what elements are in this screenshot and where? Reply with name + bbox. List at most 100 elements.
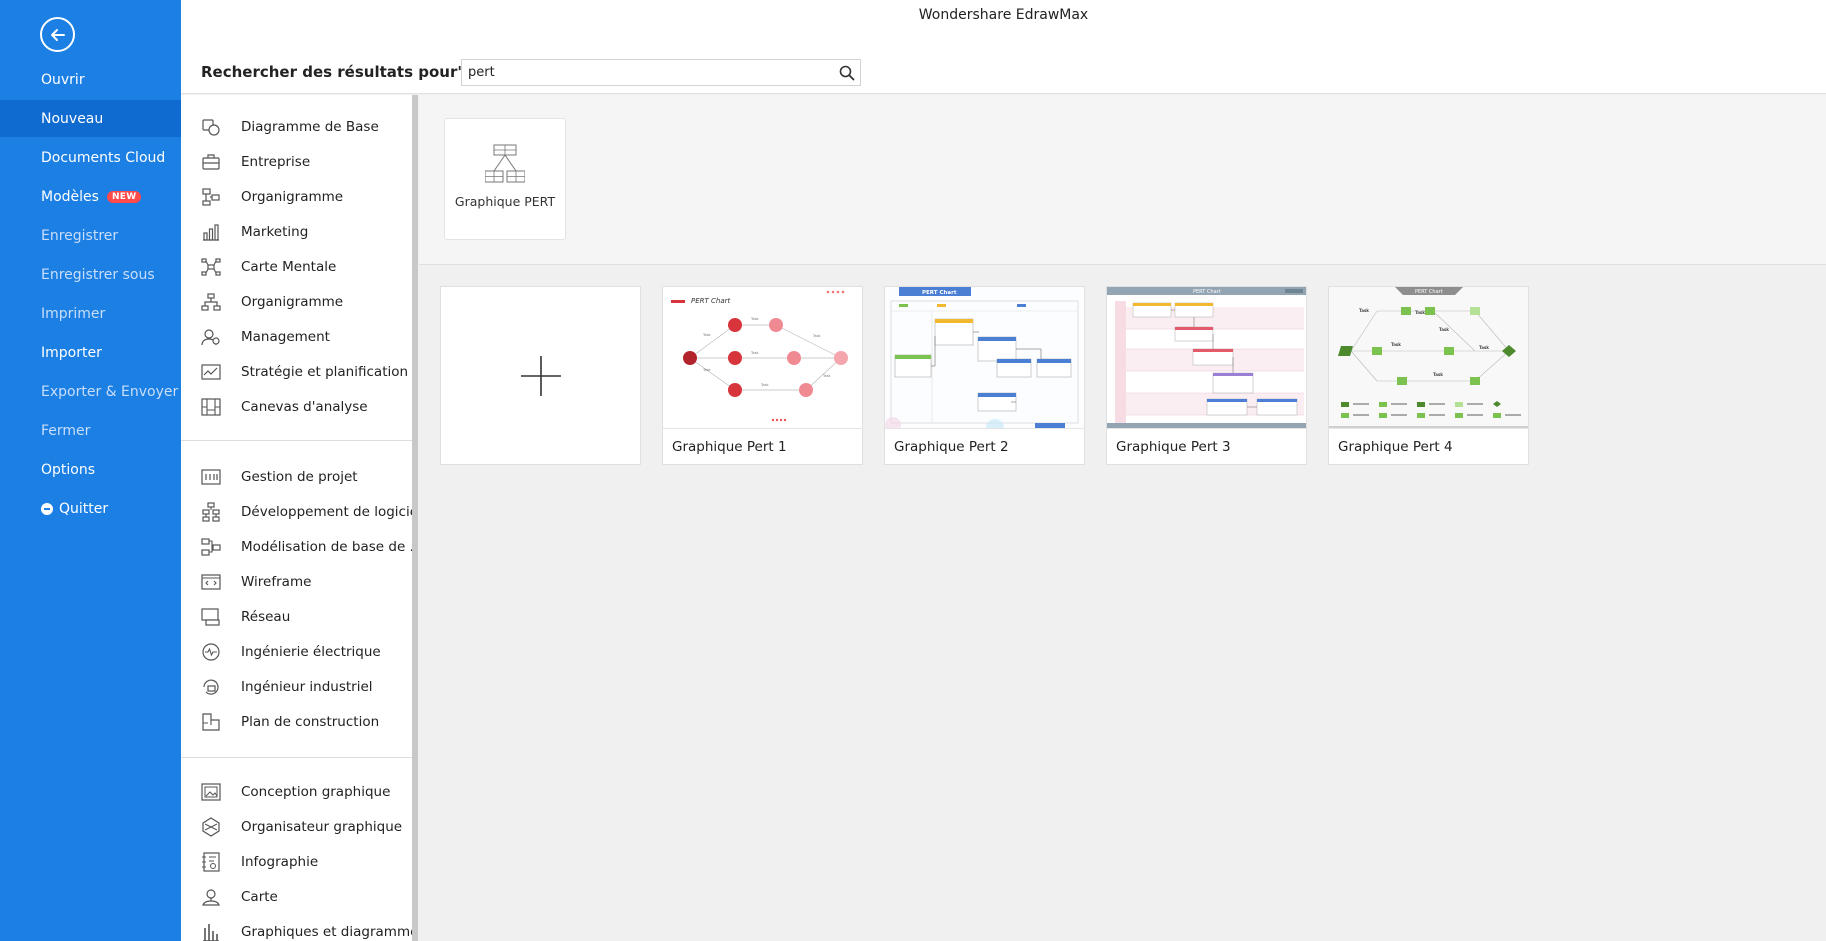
diagram-type-label: Graphique PERT [454,194,556,209]
charts-icon [201,922,221,941]
main-content: Graphique PERT PERT Chart Task Task Task… [419,95,1826,941]
template-card[interactable]: PERT Chart Task Task Task Task Task Task… [662,286,863,465]
category-panel: Diagramme de Base Entreprise Organigramm… [181,95,413,941]
window-title: Wondershare EdrawMax [181,0,1826,32]
sidebar-item-enregistrer[interactable]: Enregistrer [0,217,181,254]
sidebar-item-fermer[interactable]: Fermer [0,412,181,449]
category-organigramme-2[interactable]: Organigramme [181,287,413,317]
sidebar-item-ouvrir[interactable]: Ouvrir [0,61,181,98]
category-label: Management [241,329,330,345]
category-organigramme-1[interactable]: Organigramme [181,182,413,212]
divider [181,757,413,758]
category-label: Diagramme de Base [241,119,379,135]
search-input[interactable] [462,65,834,80]
svg-text:PERT Chart: PERT Chart [691,297,731,305]
category-label: Organigramme [241,189,344,205]
svg-text:PERT Chart: PERT Chart [1415,289,1443,295]
new-blank-button[interactable] [440,286,641,465]
category-label: Ingénieur industriel [241,679,373,695]
sidebar-item-documents-cloud[interactable]: Documents Cloud [0,139,181,176]
svg-text:Task: Task [822,374,832,378]
basic-diagram-icon [201,117,221,137]
category-basic-diagram[interactable]: Diagramme de Base [181,112,413,142]
sidebar-item-modeles[interactable]: Modèles NEW [0,178,181,215]
strategy-icon [201,362,221,382]
sidebar-item-nouveau[interactable]: Nouveau [0,100,181,137]
sidebar-item-imprimer[interactable]: Imprimer [0,295,181,332]
template-thumbnail: PERT Chart Task Task Task Task Task Task… [663,287,862,429]
plus-icon [520,355,561,396]
canvas-icon [201,397,221,417]
category-label: Marketing [241,224,309,240]
sidebar-item-exporter[interactable]: Exporter & Envoyer [0,373,181,410]
management-icon [201,327,221,347]
search-icon[interactable] [834,60,860,85]
template-name: Graphique Pert 2 [894,439,1009,455]
template-card[interactable]: PERT Chart [884,286,1085,465]
category-label: Wireframe [241,574,312,590]
category-label: Gestion de projet [241,469,358,485]
category-strategie[interactable]: Stratégie et planification [181,357,413,387]
svg-text:Task: Task [1359,308,1369,313]
category-carte[interactable]: Carte [181,882,413,912]
electric-icon [201,642,221,662]
category-gestion-projet[interactable]: Gestion de projet [181,462,413,492]
category-developpement[interactable]: Développement de logiciels [181,497,413,527]
infographic-icon [201,852,221,872]
sidebar-item-quitter[interactable]: Quitter [0,490,181,527]
diagram-type-pert[interactable]: Graphique PERT [444,118,566,240]
category-label: Canevas d'analyse [241,399,368,415]
map-pin-icon [201,887,221,907]
template-thumbnail: PERT Chart [885,287,1084,429]
sidebar-item-label: Quitter [59,500,109,517]
category-reseau[interactable]: Réseau [181,602,413,632]
template-thumbnail: PERT Chart Task Task Task Task Task Task [1329,287,1528,429]
category-conception-graphique[interactable]: Conception graphique [181,777,413,807]
sidebar-item-importer[interactable]: Importer [0,334,181,371]
category-label: Ingénierie électrique [241,644,381,660]
svg-text:Task: Task [750,317,760,321]
svg-text:Task: Task [1479,345,1489,350]
category-wireframe[interactable]: Wireframe [181,567,413,597]
category-entreprise[interactable]: Entreprise [181,147,413,177]
organizer-icon [201,817,221,837]
svg-text:Task: Task [1439,327,1449,332]
category-graphiques[interactable]: Graphiques et diagrammes [181,917,413,941]
svg-text:Task: Task [1415,310,1425,315]
floorplan-icon [201,712,221,732]
flowchart-icon [201,187,221,207]
sidebar-item-label: Imprimer [41,305,106,322]
sidebar-item-options[interactable]: Options [0,451,181,488]
category-label: Organigramme [241,294,344,310]
divider [181,440,413,441]
category-carte-mentale[interactable]: Carte Mentale [181,252,413,282]
svg-text:PERT Chart: PERT Chart [1193,289,1221,295]
category-scrollbar[interactable] [412,95,418,941]
sidebar: Ouvrir Nouveau Documents Cloud Modèles NE… [0,0,181,941]
template-thumbnail: PERT Chart [1107,287,1306,429]
category-label: Carte [241,889,278,905]
search-bar: Rechercher des résultats pour"pert" [181,32,1826,94]
back-button[interactable] [40,17,75,52]
category-label: Modélisation de base de ... [241,539,413,555]
template-card[interactable]: PERT Chart [1106,286,1307,465]
category-ingenieur-industriel[interactable]: Ingénieur industriel [181,672,413,702]
sidebar-item-label: Nouveau [41,110,104,127]
category-plan-construction[interactable]: Plan de construction [181,707,413,737]
wireframe-icon [201,572,221,592]
mind-map-icon [201,257,221,277]
category-modelisation[interactable]: Modélisation de base de ... [181,532,413,562]
category-ingenierie-electrique[interactable]: Ingénierie électrique [181,637,413,667]
sidebar-item-label: Exporter & Envoyer [41,383,179,400]
category-infographie[interactable]: Infographie [181,847,413,877]
template-name: Graphique Pert 3 [1116,439,1231,455]
template-card[interactable]: PERT Chart Task Task Task Task Task Task… [1328,286,1529,465]
category-canevas[interactable]: Canevas d'analyse [181,392,413,422]
arrow-left-icon [50,28,65,41]
network-icon [201,607,221,627]
sidebar-item-enregistrer-sous[interactable]: Enregistrer sous [0,256,181,293]
category-organisateur-graphique[interactable]: Organisateur graphique [181,812,413,842]
category-marketing[interactable]: Marketing [181,217,413,247]
search-box [461,59,861,86]
category-management[interactable]: Management [181,322,413,352]
